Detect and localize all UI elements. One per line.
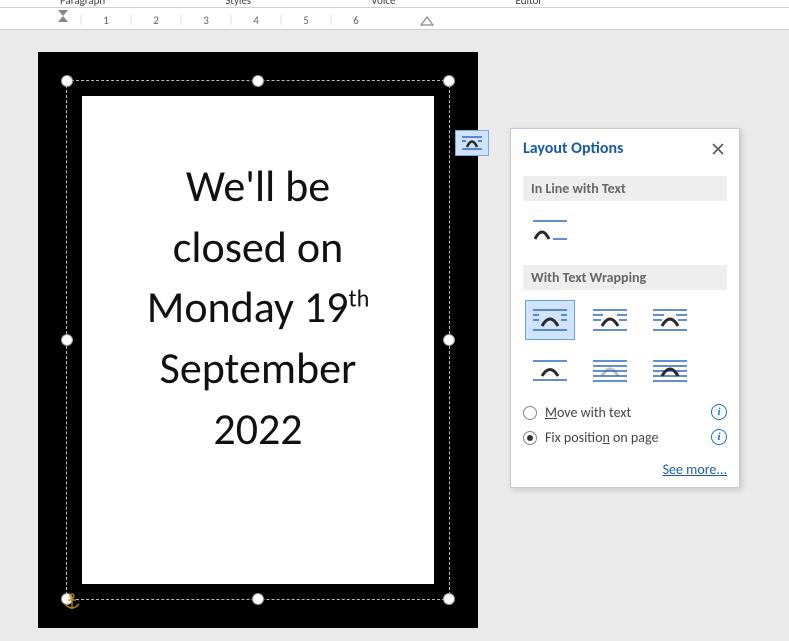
close-icon: [712, 143, 724, 155]
textbox-content-area[interactable]: We'll be closed on Monday 19th September…: [82, 96, 434, 584]
ruler-number: 4: [250, 14, 262, 27]
ribbon-group-editor: Editor: [515, 0, 542, 7]
see-more-link[interactable]: See more...: [663, 461, 727, 478]
text-superscript: th: [348, 285, 369, 314]
ribbon-bottom-edge: Paragraph Styles Voice Editor: [0, 0, 789, 8]
wrap-option-square[interactable]: [525, 300, 575, 340]
radio-icon: [523, 431, 537, 445]
wrap-option-tight[interactable]: [585, 300, 635, 340]
horizontal-ruler[interactable]: ｜ 1 ｜ 2 ｜ 3 ｜ 4 ｜ 5 ｜ 6: [0, 8, 789, 30]
radio-label: Fix position on page: [545, 429, 703, 446]
text-line: closed on: [173, 220, 343, 274]
radio-icon: [523, 406, 537, 420]
wrap-option-through[interactable]: [645, 300, 695, 340]
text-line: Monday 19: [147, 280, 349, 334]
ruler-number: 3: [200, 14, 212, 27]
resize-handle-tr[interactable]: [443, 75, 455, 87]
textbox-text[interactable]: We'll be closed on Monday 19th September…: [147, 156, 370, 460]
ruler-number: 1: [100, 14, 112, 27]
resize-handle-b[interactable]: [252, 593, 264, 605]
ruler-right-indent-marker[interactable]: [420, 14, 434, 29]
textbox-object[interactable]: We'll be closed on Monday 19th September…: [38, 52, 478, 628]
ruler-number: 5: [300, 14, 312, 27]
ruler-ticks: ｜ 1 ｜ 2 ｜ 3 ｜ 4 ｜ 5 ｜ 6: [75, 12, 362, 28]
section-wrap-label: With Text Wrapping: [523, 265, 727, 290]
radio-label: Move with text: [545, 404, 703, 421]
resize-handle-t[interactable]: [252, 75, 264, 87]
text-line: September: [160, 341, 357, 395]
resize-handle-l[interactable]: [61, 334, 73, 346]
ribbon-group-styles: Styles: [225, 0, 251, 7]
document-canvas[interactable]: We'll be closed on Monday 19th September…: [0, 30, 789, 641]
layout-options-popup: Layout Options In Line with Text With Te…: [510, 128, 740, 488]
close-button[interactable]: [709, 140, 727, 158]
resize-handle-br[interactable]: [443, 593, 455, 605]
text-line: We'll be: [186, 159, 330, 213]
ribbon-group-paragraph: Paragraph: [60, 0, 105, 7]
ruler-number: 2: [150, 14, 162, 27]
ribbon-group-voice: Voice: [371, 0, 395, 7]
info-icon[interactable]: i: [711, 404, 727, 420]
wrap-option-infront[interactable]: [645, 350, 695, 390]
text-line: 2022: [213, 402, 302, 456]
radio-move-with-text[interactable]: Move with text i: [523, 404, 727, 421]
anchor-icon[interactable]: [62, 592, 82, 617]
section-inline-label: In Line with Text: [523, 176, 727, 201]
info-icon[interactable]: i: [711, 429, 727, 445]
wrap-option-behind[interactable]: [585, 350, 635, 390]
resize-handle-tl[interactable]: [61, 75, 73, 87]
resize-handle-r[interactable]: [443, 334, 455, 346]
wrap-option-inline[interactable]: [525, 211, 575, 251]
wrap-icon: [460, 134, 484, 152]
layout-popup-title: Layout Options: [523, 139, 623, 158]
ruler-indent-marker[interactable]: [58, 8, 66, 26]
ruler-number: 6: [350, 14, 362, 27]
layout-options-launcher[interactable]: [455, 130, 489, 156]
wrap-option-topbottom[interactable]: [525, 350, 575, 390]
radio-fix-position[interactable]: Fix position on page i: [523, 429, 727, 446]
